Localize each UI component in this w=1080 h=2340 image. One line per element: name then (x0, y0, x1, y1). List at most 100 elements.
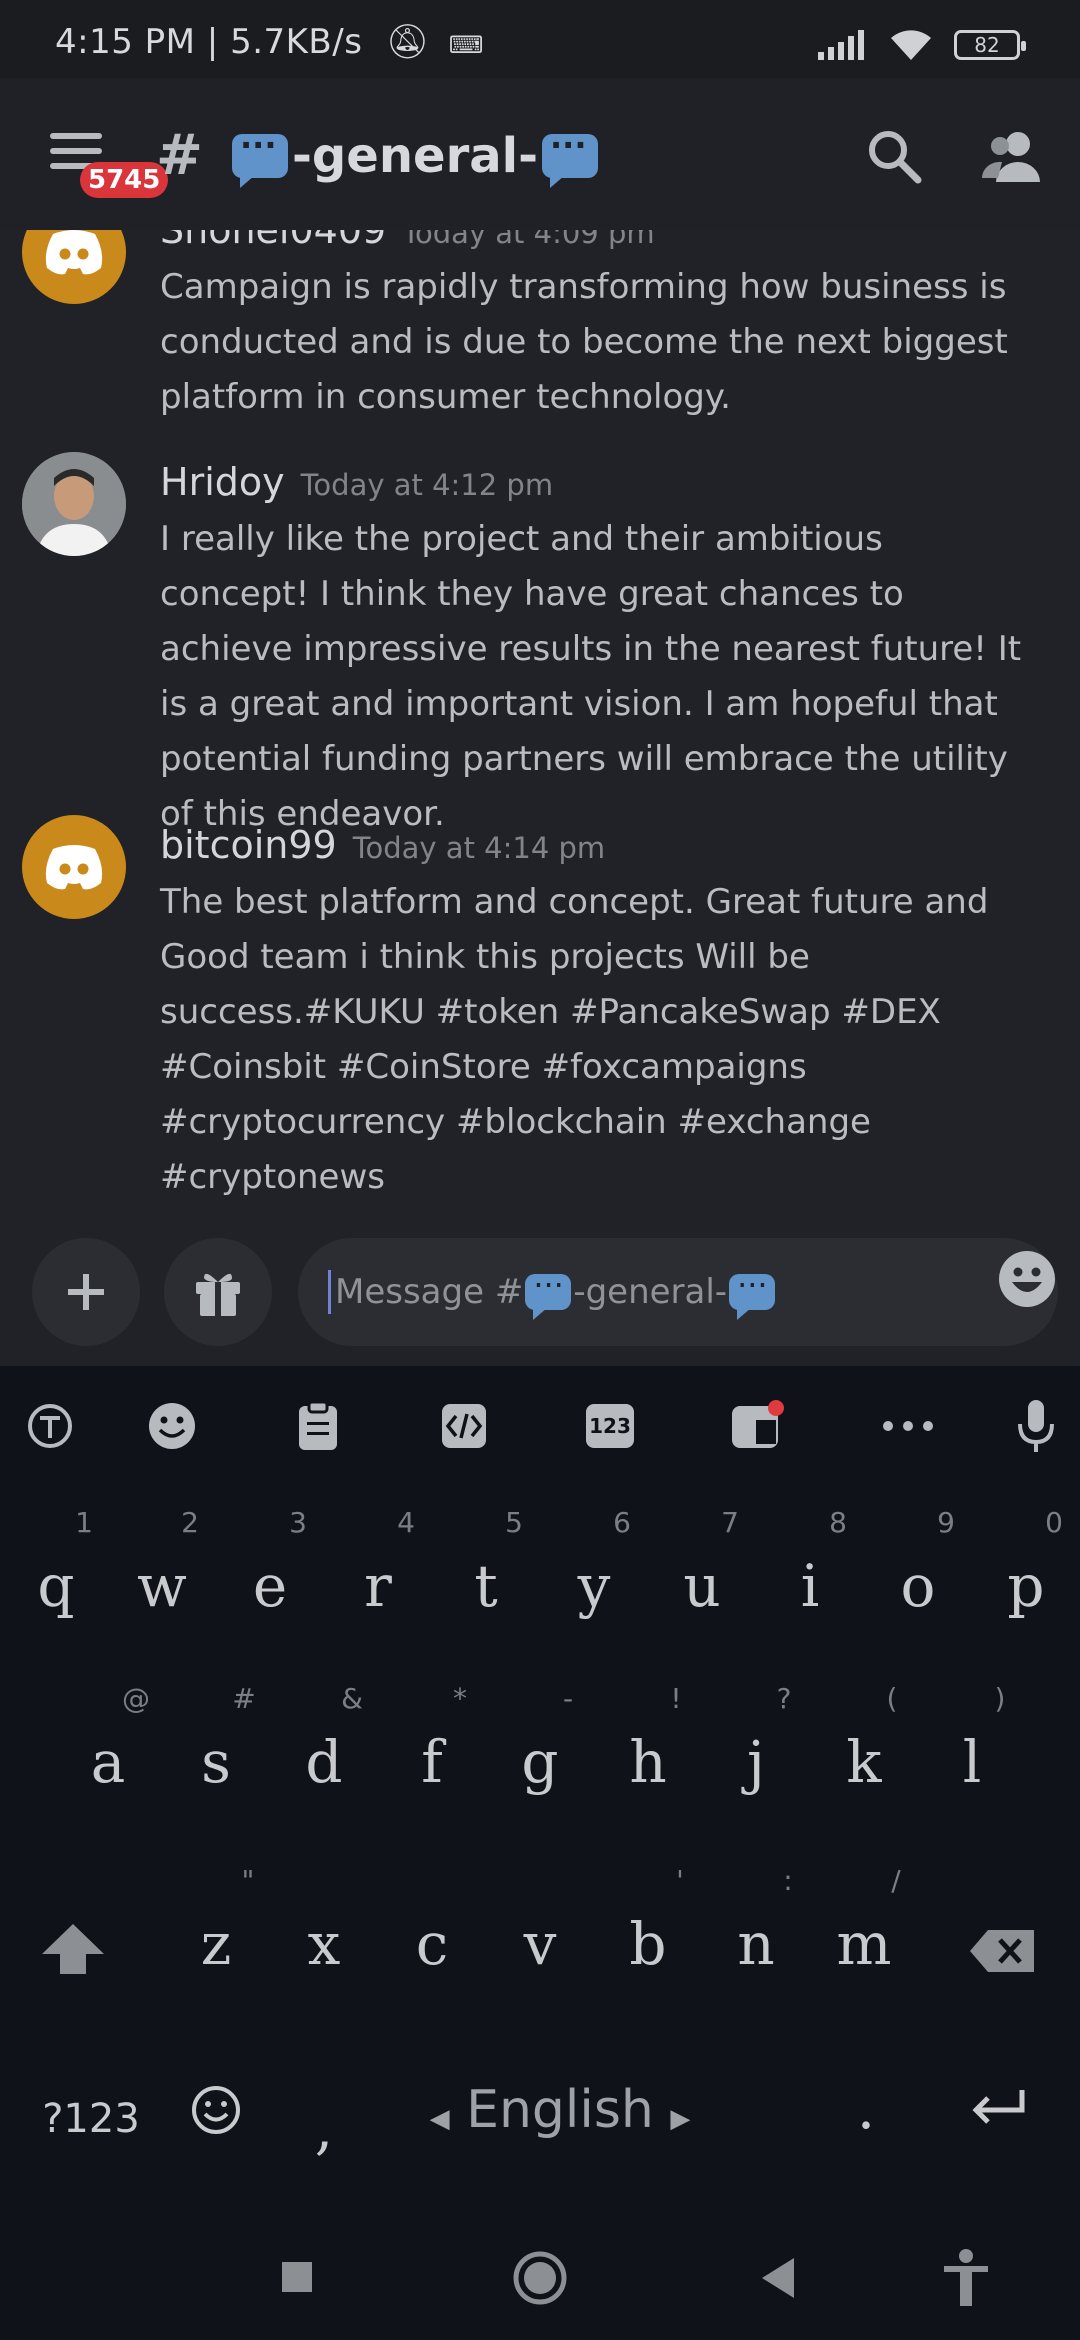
key-j[interactable]: j (716, 1728, 796, 1796)
search-icon[interactable] (864, 126, 924, 186)
message-author[interactable]: bitcoin99 Today at 4:14 pm (160, 823, 605, 867)
key-i[interactable]: i (770, 1552, 850, 1620)
key-p[interactable]: p (986, 1552, 1066, 1620)
key-m[interactable]: m (824, 1910, 904, 1978)
key-hint: ' (676, 1864, 684, 1897)
text-edit-icon[interactable] (434, 1396, 494, 1456)
placeholder-prefix: Message # (335, 1272, 524, 1312)
key-a[interactable]: a (68, 1728, 148, 1796)
message-text: I really like the project and their ambi… (160, 519, 1022, 834)
message-author[interactable]: Hridoy Today at 4:12 pm (160, 460, 553, 504)
emoji-key[interactable] (184, 2084, 248, 2140)
left-arrow-icon: ◀ (429, 2104, 450, 2134)
translate-text-icon[interactable] (20, 1396, 80, 1456)
key-n[interactable]: n (716, 1910, 796, 1978)
key-o[interactable]: o (878, 1552, 958, 1620)
avatar[interactable] (22, 452, 126, 556)
shift-key[interactable] (40, 1922, 106, 1980)
status-text: 4:15 PM | 5.7KB/s (55, 22, 363, 62)
key-f[interactable]: f (392, 1728, 472, 1796)
key-l[interactable]: l (932, 1728, 1012, 1796)
backspace-icon (970, 1930, 1034, 1972)
back-icon[interactable] (760, 2256, 796, 2300)
channel-hash-icon: # (156, 123, 203, 188)
key-g[interactable]: g (500, 1728, 580, 1796)
key-s[interactable]: s (176, 1728, 256, 1796)
key-z[interactable]: z (176, 1910, 256, 1978)
backspace-key[interactable] (968, 1928, 1038, 1978)
symbols-key[interactable]: ?123 (36, 2096, 146, 2142)
discord-logo-icon (45, 845, 103, 890)
key-hint: # (232, 1682, 256, 1715)
message-timestamp: Today at 4:12 pm (300, 468, 554, 502)
key-hint: " (241, 1864, 255, 1897)
home-icon[interactable] (512, 2250, 568, 2306)
key-r[interactable]: r (338, 1552, 418, 1620)
key-hint: ( (886, 1682, 898, 1715)
clipboard-icon[interactable] (288, 1396, 348, 1456)
key-q[interactable]: q (16, 1552, 96, 1620)
key-e[interactable]: e (230, 1552, 310, 1620)
message-input[interactable]: Message # -general- (298, 1238, 1058, 1346)
message-author[interactable]: Shohel0409 Today at 4:09 pm (160, 230, 655, 252)
members-icon[interactable] (980, 126, 1044, 186)
message-timestamp: Today at 4:09 pm (402, 230, 655, 250)
text-cursor (328, 1270, 331, 1314)
space-key[interactable]: ◀ English ▶ (380, 2080, 740, 2140)
key-hint: 3 (289, 1506, 307, 1539)
key-hint: 8 (829, 1506, 847, 1539)
emoji-button[interactable] (996, 1248, 1058, 1314)
key-hint: ! (670, 1682, 682, 1715)
key-hint: ? (776, 1682, 792, 1715)
key-hint: / (891, 1864, 901, 1897)
translate-icon[interactable] (728, 1396, 788, 1456)
shift-icon (42, 1924, 104, 1974)
avatar[interactable] (22, 815, 126, 919)
enter-key[interactable] (958, 2088, 1038, 2132)
keyboard-toolbar: 123 (0, 1366, 1080, 1486)
key-t[interactable]: t (446, 1552, 526, 1620)
recents-icon[interactable] (280, 2260, 314, 2294)
key-w[interactable]: w (122, 1552, 202, 1620)
status-bar: 4:15 PM | 5.7KB/s 🔕︎ ⌨ 82 (0, 0, 1080, 78)
status-time-network: 4:15 PM | 5.7KB/s 🔕︎ ⌨ (55, 22, 484, 62)
mute-icon: 🔕︎ (385, 22, 430, 62)
gift-icon (196, 1273, 240, 1316)
avatar[interactable] (22, 230, 126, 304)
status-icons: 82 (816, 28, 1026, 62)
placeholder-channel: -general- (573, 1272, 728, 1312)
speech-bubble-icon (232, 126, 288, 188)
emoji-keyboard-icon[interactable] (142, 1396, 202, 1456)
period-key[interactable]: . (826, 2074, 906, 2142)
key-hint: @ (122, 1682, 150, 1715)
add-attachment-button[interactable] (32, 1238, 140, 1346)
accessibility-icon[interactable] (940, 2248, 992, 2308)
key-k[interactable]: k (824, 1728, 904, 1796)
smiley-icon (192, 2086, 240, 2134)
key-h[interactable]: h (608, 1728, 688, 1796)
message-list[interactable]: Shohel0409 Today at 4:09 pm Campaign is r… (0, 230, 1080, 1230)
key-x[interactable]: x (284, 1910, 364, 1978)
enter-icon (972, 2090, 1025, 2124)
key-hint: 7 (721, 1506, 739, 1539)
key-y[interactable]: y (554, 1552, 634, 1620)
comma-key[interactable]: , (284, 2094, 364, 2162)
microphone-icon[interactable] (1006, 1396, 1066, 1456)
key-c[interactable]: c (392, 1910, 472, 1978)
speech-bubble-icon (525, 1266, 572, 1320)
key-d[interactable]: d (284, 1728, 364, 1796)
numbers-keyboard-button[interactable]: 123 (580, 1396, 640, 1456)
channel-title[interactable]: -general- (232, 126, 598, 188)
more-options-icon[interactable] (878, 1396, 938, 1456)
gift-button[interactable] (164, 1238, 272, 1346)
key-u[interactable]: u (662, 1552, 742, 1620)
android-nav-bar (0, 2226, 1080, 2340)
key-b[interactable]: b (608, 1910, 688, 1978)
key-hint: 0 (1045, 1506, 1063, 1539)
message-text: Campaign is rapidly transforming how bus… (160, 267, 1008, 417)
signal-icon (818, 30, 864, 60)
key-hint: 5 (505, 1506, 523, 1539)
right-arrow-icon: ▶ (670, 2104, 691, 2134)
key-v[interactable]: v (500, 1910, 580, 1978)
key-hint: 6 (613, 1506, 631, 1539)
